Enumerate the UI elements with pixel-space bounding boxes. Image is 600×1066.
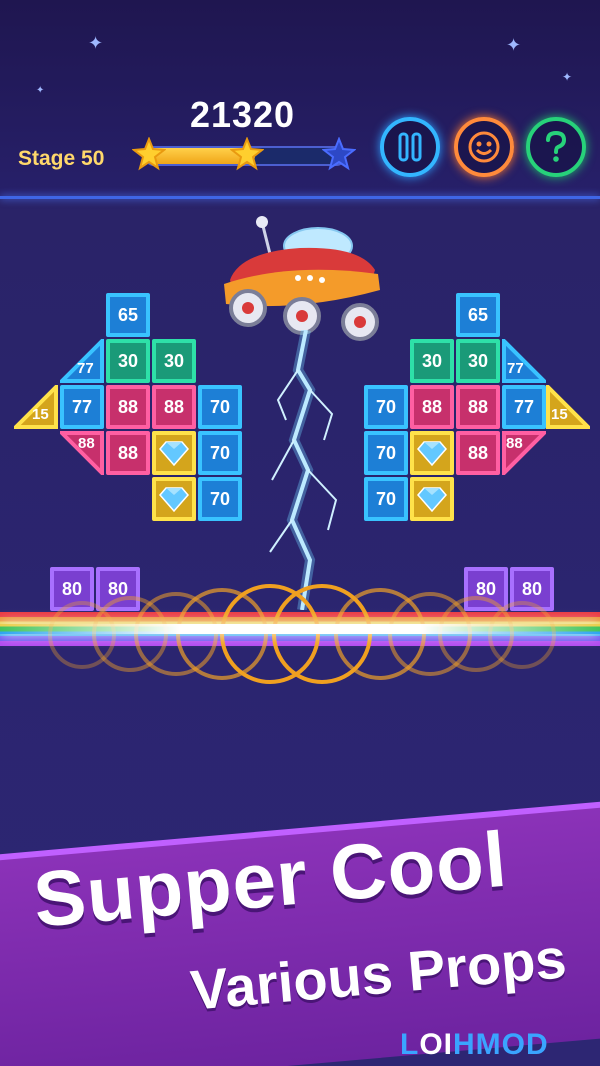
ufo-ship-icon xyxy=(224,216,380,341)
diamond-icon xyxy=(159,487,189,512)
brick: 70 xyxy=(198,431,242,475)
brick: 88 xyxy=(106,385,150,429)
sparkle-icon: ✦ xyxy=(506,35,522,55)
brick: 70 xyxy=(364,477,408,521)
diamond-icon xyxy=(417,487,447,512)
sparkle-icon: ✦ xyxy=(88,33,104,53)
sparkle-icon: ✦ xyxy=(562,70,573,84)
pause-icon xyxy=(398,132,422,162)
diamond-icon xyxy=(159,441,189,466)
brick: 70 xyxy=(364,385,408,429)
diamond-brick xyxy=(410,431,454,475)
brick: 30 xyxy=(106,339,150,383)
brick: 88 xyxy=(456,385,500,429)
triangle-brick-value: 77 xyxy=(507,360,524,377)
diamond-icon xyxy=(417,441,447,466)
help-button[interactable] xyxy=(526,117,586,177)
triangle-brick-value: 88 xyxy=(506,435,523,452)
watermark-part: L xyxy=(400,1028,420,1061)
diamond-brick xyxy=(410,477,454,521)
diamond-brick xyxy=(152,431,196,475)
brick: 65 xyxy=(106,293,150,337)
brick: 70 xyxy=(198,385,242,429)
progress-star-icon xyxy=(132,137,166,171)
watermark-part: HMOD xyxy=(453,1028,549,1061)
lightning-bolt-icon xyxy=(269,330,338,610)
triangle-brick-value: 15 xyxy=(32,406,49,423)
brick: 30 xyxy=(410,339,454,383)
question-mark-icon xyxy=(546,130,567,162)
brick: 65 xyxy=(456,293,500,337)
brick: 70 xyxy=(198,477,242,521)
laser-beam xyxy=(0,624,600,634)
hud-divider xyxy=(0,196,600,199)
brick: 88 xyxy=(456,431,500,475)
watermark-logo: LOIHMOD xyxy=(400,1028,549,1062)
stage-label: Stage 50 xyxy=(18,147,105,170)
watermark-part: OI xyxy=(419,1028,453,1061)
score-display: 21320 xyxy=(189,94,296,135)
brick: 77 xyxy=(60,385,104,429)
progress-star-empty-icon xyxy=(322,137,356,171)
ball-ring xyxy=(488,601,556,669)
progress-star-icon xyxy=(230,137,264,171)
brick: 30 xyxy=(152,339,196,383)
diamond-brick xyxy=(152,477,196,521)
brick: 88 xyxy=(410,385,454,429)
triangle-brick-value: 77 xyxy=(77,360,94,377)
brick: 77 xyxy=(502,385,546,429)
brick: 88 xyxy=(106,431,150,475)
brick: 30 xyxy=(456,339,500,383)
brick: 70 xyxy=(364,431,408,475)
smiley-face-icon xyxy=(468,131,500,163)
emoji-button[interactable] xyxy=(454,117,514,177)
brick: 88 xyxy=(152,385,196,429)
triangle-brick-value: 88 xyxy=(78,435,95,452)
triangle-brick-value: 15 xyxy=(551,406,568,423)
sparkle-icon: ✦ xyxy=(36,85,45,96)
game-scene: ✦ ✦ ✦ ✦ 21320 Stage 50 65 77 30 30 15 77… xyxy=(0,0,600,1066)
pause-button[interactable] xyxy=(380,117,440,177)
